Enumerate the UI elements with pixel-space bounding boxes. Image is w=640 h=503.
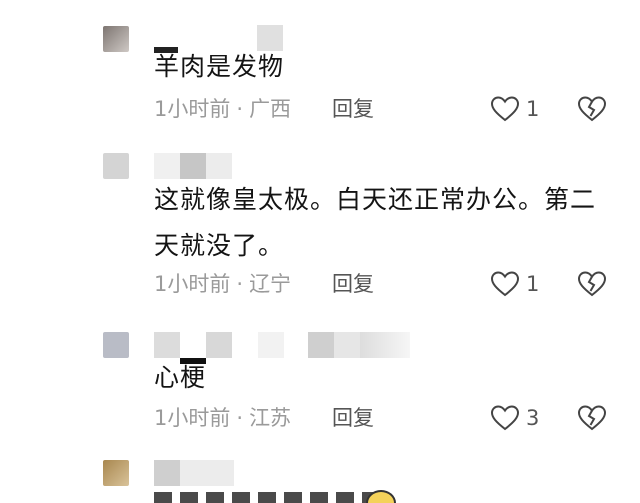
comment-time: 1小时前 (154, 97, 231, 121)
reply-button[interactable]: 回复 (332, 403, 374, 433)
comment-time: 1小时前 (154, 406, 231, 430)
like-button[interactable]: 1 (490, 94, 539, 124)
comment-location: 江苏 (249, 406, 292, 430)
comment-text: 这就像皇太极。白天还正常办公。第二天就没了。 (154, 185, 597, 260)
comment-location: 广西 (249, 97, 292, 121)
comment-meta: 1小时前 · 江苏 (154, 403, 291, 433)
comment-text-cutoff (154, 492, 384, 503)
avatar[interactable] (103, 26, 129, 52)
broken-heart-icon (577, 271, 607, 297)
comment-text: 羊肉是发物 (154, 52, 285, 81)
dislike-button[interactable] (576, 94, 608, 124)
avatar[interactable] (103, 460, 129, 486)
separator-dot: · (236, 406, 244, 430)
comment-meta: 1小时前 · 辽宁 (154, 269, 291, 299)
comment-location: 辽宁 (249, 272, 292, 296)
comment-meta: 1小时前 · 广西 (154, 94, 291, 124)
separator-dot: · (236, 97, 244, 121)
dislike-button[interactable] (576, 269, 608, 299)
dislike-button[interactable] (576, 403, 608, 433)
separator-dot: · (236, 272, 244, 296)
broken-heart-icon (577, 96, 607, 122)
avatar[interactable] (103, 153, 129, 179)
heart-outline-icon (490, 271, 520, 297)
like-count: 1 (526, 97, 540, 121)
reply-button[interactable]: 回复 (332, 94, 374, 124)
heart-outline-icon (490, 405, 520, 431)
like-button[interactable]: 3 (490, 403, 539, 433)
like-count: 3 (526, 406, 540, 430)
comment-time: 1小时前 (154, 272, 231, 296)
comment-text: 心梗 (154, 363, 207, 392)
avatar[interactable] (103, 332, 129, 358)
heart-outline-icon (490, 96, 520, 122)
like-count: 1 (526, 272, 540, 296)
reply-button[interactable]: 回复 (332, 269, 374, 299)
like-button[interactable]: 1 (490, 269, 539, 299)
broken-heart-icon (577, 405, 607, 431)
